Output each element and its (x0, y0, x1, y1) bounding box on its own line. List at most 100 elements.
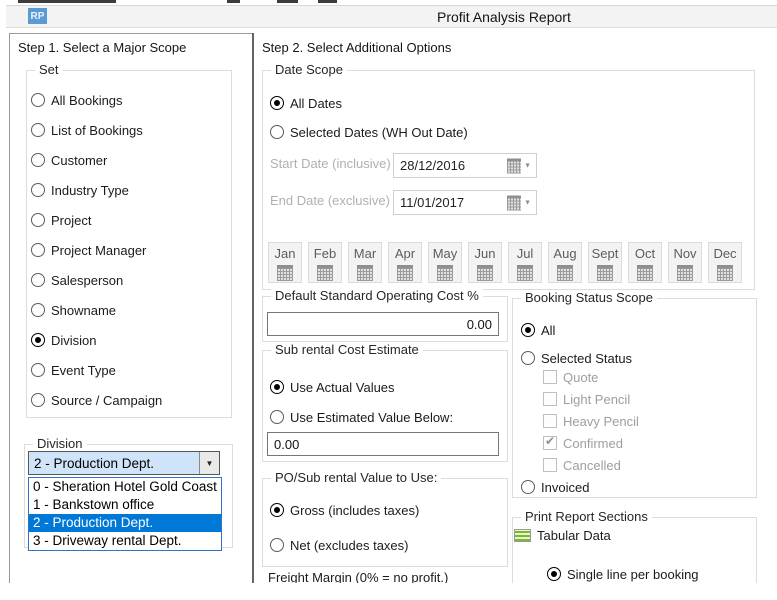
combobox-dropdown-button[interactable]: ▼ (199, 452, 219, 474)
radio-customer-label: Customer (51, 152, 108, 168)
radio-icon (31, 183, 45, 197)
date-picker-button[interactable]: ▼ (507, 195, 531, 210)
radio-single-line-label: Single line per booking (567, 566, 699, 582)
estimated-value-input[interactable]: 0.00 (267, 432, 499, 456)
dropdown-item-3[interactable]: 3 - Driveway rental Dept. (29, 532, 221, 550)
checkbox-checked-icon (543, 434, 557, 450)
chevron-down-icon: ▼ (524, 162, 531, 169)
dropdown-item-0[interactable]: 0 - Sheration Hotel Gold Coast (29, 478, 221, 496)
date-scope-group-label: Date Scope (271, 62, 347, 77)
date-picker-button[interactable]: ▼ (507, 158, 531, 173)
calendar-icon (507, 158, 522, 173)
radio-icon-selected (31, 333, 45, 347)
po-value-group-label: PO/Sub rental Value to Use: (271, 470, 442, 485)
month-label: Mar (353, 246, 377, 261)
panel-divider (252, 33, 254, 583)
radio-industry-type-label: Industry Type (51, 182, 129, 198)
checkbox-light-pencil-label: Light Pencil (563, 391, 631, 407)
month-label: Sept (591, 246, 619, 261)
radio-division[interactable]: Division (31, 332, 97, 348)
month-button-oct[interactable]: Oct (628, 242, 662, 283)
calendar-icon (397, 265, 413, 281)
dropdown-item-1[interactable]: 1 - Bankstown office (29, 496, 221, 514)
radio-gross[interactable]: Gross (includes taxes) (270, 502, 419, 518)
dropdown-item-2-highlighted[interactable]: 2 - Production Dept. (29, 514, 221, 532)
radio-icon (31, 123, 45, 137)
radio-selected-status-label: Selected Status (541, 350, 633, 366)
radio-all-bookings[interactable]: All Bookings (31, 92, 123, 108)
month-button-may[interactable]: May (428, 242, 462, 283)
calendar-icon (507, 195, 522, 210)
checkbox-quote[interactable]: Quote (543, 369, 598, 385)
month-button-jan[interactable]: Jan (268, 242, 302, 283)
radio-showname[interactable]: Showname (31, 302, 116, 318)
radio-industry-type[interactable]: Industry Type (31, 182, 129, 198)
month-label: May (432, 246, 458, 261)
month-button-jul[interactable]: Jul (508, 242, 542, 283)
radio-use-actual-values[interactable]: Use Actual Values (270, 379, 395, 395)
chevron-down-icon: ▼ (205, 458, 214, 468)
end-date-field[interactable]: 11/01/2017 ▼ (393, 190, 537, 215)
radio-status-all-label: All (541, 322, 556, 338)
radio-net[interactable]: Net (excludes taxes) (270, 537, 409, 553)
month-button-feb[interactable]: Feb (308, 242, 342, 283)
operating-cost-input[interactable]: 0.00 (267, 312, 499, 336)
radio-use-estimated-value[interactable]: Use Estimated Value Below: (270, 409, 453, 425)
calendar-icon (477, 265, 493, 281)
tabular-data-item[interactable]: Tabular Data (514, 527, 611, 543)
radio-selected-status[interactable]: Selected Status (521, 350, 632, 366)
radio-icon (31, 93, 45, 107)
background-window-fragment (227, 0, 240, 3)
radio-net-label: Net (excludes taxes) (290, 537, 409, 553)
radio-project-label: Project (51, 212, 92, 228)
radio-source-campaign[interactable]: Source / Campaign (31, 392, 162, 408)
radio-all-dates[interactable]: All Dates (270, 95, 342, 111)
tabular-data-icon (514, 528, 531, 542)
checkbox-light-pencil[interactable]: Light Pencil (543, 391, 630, 407)
radio-list-of-bookings[interactable]: List of Bookings (31, 122, 143, 138)
checkbox-heavy-pencil-label: Heavy Pencil (563, 413, 639, 429)
operating-cost-group-label: Default Standard Operating Cost % (271, 288, 483, 303)
month-button-dec[interactable]: Dec (708, 242, 742, 283)
calendar-icon (517, 265, 533, 281)
start-date-field[interactable]: 28/12/2016 ▼ (393, 153, 537, 178)
radio-icon-selected (521, 323, 535, 337)
calendar-icon (717, 265, 733, 281)
radio-project[interactable]: Project (31, 212, 91, 228)
radio-icon (270, 125, 284, 139)
calendar-icon (637, 265, 653, 281)
print-sections-group-label: Print Report Sections (521, 509, 652, 524)
window-title: Profit Analysis Report (437, 9, 571, 25)
radio-salesperson[interactable]: Salesperson (31, 272, 123, 288)
set-group-label: Set (35, 62, 63, 77)
radio-icon (31, 363, 45, 377)
checkbox-icon (543, 414, 557, 428)
checkbox-cancelled[interactable]: Cancelled (543, 457, 621, 473)
checkbox-confirmed[interactable]: Confirmed (543, 434, 623, 451)
operating-cost-value: 0.00 (466, 316, 492, 332)
division-combobox[interactable]: 2 - Production Dept. ▼ (28, 451, 220, 475)
radio-status-all[interactable]: All (521, 322, 555, 338)
radio-single-line[interactable]: Single line per booking (547, 566, 699, 582)
month-button-aug[interactable]: Aug (548, 242, 582, 283)
month-button-sept[interactable]: Sept (588, 242, 622, 283)
radio-event-type[interactable]: Event Type (31, 362, 116, 378)
month-button-mar[interactable]: Mar (348, 242, 382, 283)
checkbox-icon (543, 392, 557, 406)
radio-salesperson-label: Salesperson (51, 272, 124, 288)
radio-customer[interactable]: Customer (31, 152, 107, 168)
start-date-label: Start Date (inclusive) (270, 156, 391, 171)
radio-invoiced[interactable]: Invoiced (521, 479, 589, 495)
radio-selected-dates[interactable]: Selected Dates (WH Out Date) (270, 124, 468, 140)
capture-cutoff (0, 583, 777, 600)
po-value-group: PO/Sub rental Value to Use: (262, 470, 508, 567)
calendar-icon (277, 265, 293, 281)
checkbox-heavy-pencil[interactable]: Heavy Pencil (543, 413, 639, 429)
end-date-label: End Date (exclusive) (270, 193, 390, 208)
month-button-jun[interactable]: Jun (468, 242, 502, 283)
radio-project-manager[interactable]: Project Manager (31, 242, 146, 258)
month-button-nov[interactable]: Nov (668, 242, 702, 283)
month-button-apr[interactable]: Apr (388, 242, 422, 283)
start-date-value: 28/12/2016 (400, 158, 466, 173)
division-dropdown-list: 0 - Sheration Hotel Gold Coast 1 - Banks… (28, 477, 222, 551)
